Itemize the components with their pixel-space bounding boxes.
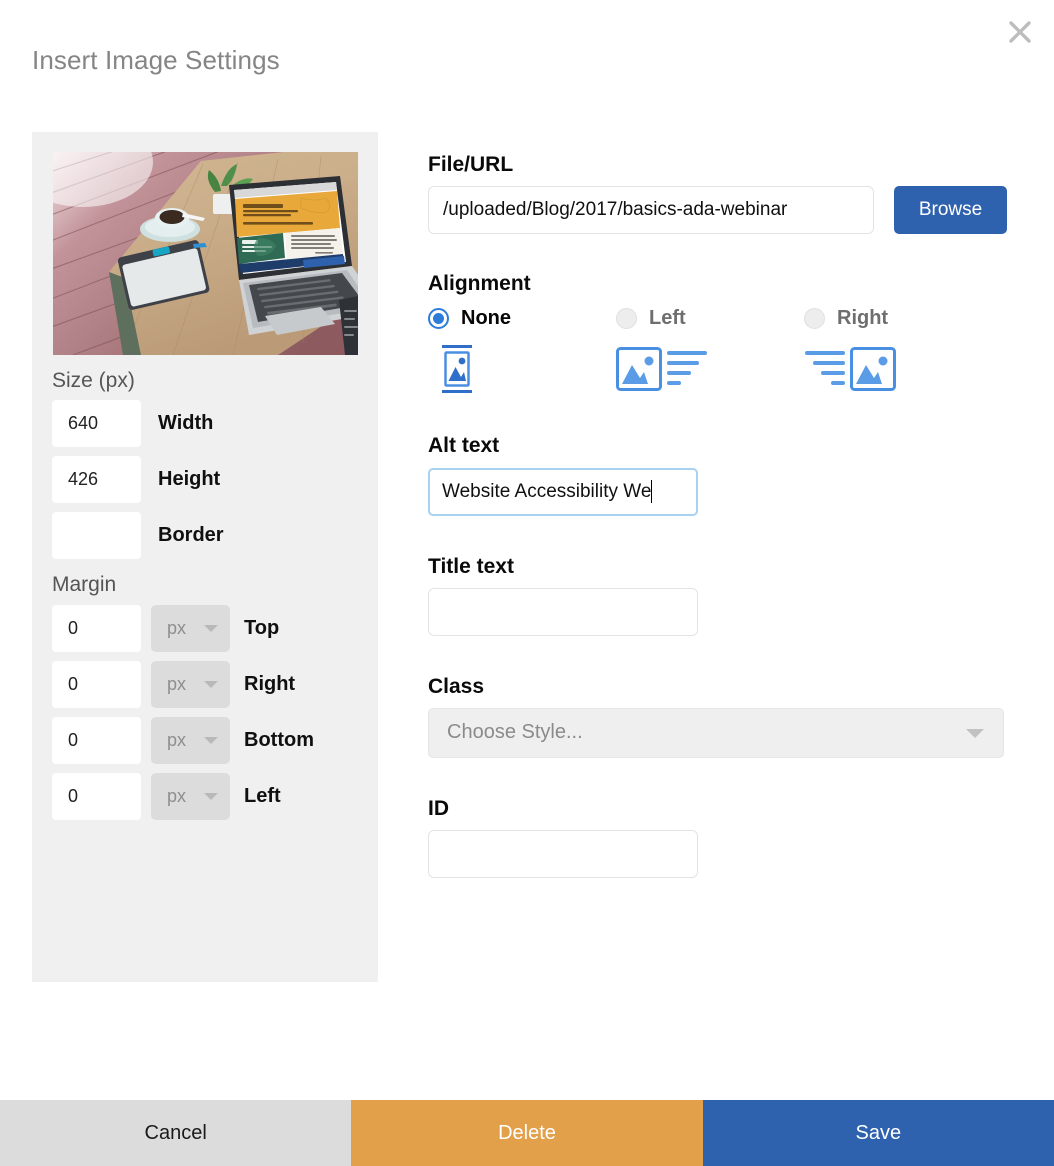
cancel-button[interactable]: Cancel [0, 1100, 351, 1166]
alignment-option-none[interactable]: None [428, 305, 616, 395]
close-icon [1007, 19, 1033, 45]
margin-top-label: Top [244, 617, 279, 640]
image-align-left-icon[interactable] [616, 343, 804, 395]
alignment-label-none: None [461, 307, 511, 330]
size-heading: Size (px) [52, 367, 358, 394]
chevron-down-icon [966, 729, 984, 738]
id-input[interactable] [428, 830, 698, 878]
class-select-value: Choose Style... [429, 721, 583, 744]
image-settings-left-panel: Size (px) Width Height Border Margin px … [32, 132, 378, 982]
width-label: Width [158, 412, 213, 435]
class-label: Class [428, 674, 1008, 699]
alignment-label: Alignment [428, 271, 1008, 296]
save-button[interactable]: Save [703, 1100, 1054, 1166]
margin-right-row: px Right [52, 661, 358, 708]
delete-button[interactable]: Delete [351, 1100, 702, 1166]
dialog-footer: Cancel Delete Save [0, 1100, 1054, 1166]
margin-right-input[interactable] [52, 661, 141, 708]
margin-left-input[interactable] [52, 773, 141, 820]
chevron-down-icon [204, 681, 218, 688]
alignment-radio-none-row[interactable]: None [428, 305, 616, 331]
width-input[interactable] [52, 400, 141, 447]
id-label: ID [428, 796, 1008, 821]
margin-bottom-unit-select[interactable]: px [151, 717, 230, 764]
title-text-label: Title text [428, 554, 1008, 579]
file-url-row: Browse [428, 186, 1008, 234]
image-align-right-icon[interactable] [804, 343, 992, 395]
margin-left-unit-value: px [151, 786, 186, 807]
file-url-label: File/URL [428, 152, 1008, 177]
border-label: Border [158, 524, 224, 547]
chevron-down-icon [204, 737, 218, 744]
border-field-row: Border [52, 512, 358, 559]
title-text-input[interactable] [428, 588, 698, 636]
alignment-options: None Left [428, 305, 1008, 395]
height-field-row: Height [52, 456, 358, 503]
margin-left-label: Left [244, 785, 281, 808]
dialog-body: Size (px) Width Height Border Margin px … [0, 100, 1054, 1085]
image-align-none-icon[interactable] [428, 343, 616, 395]
margin-right-label: Right [244, 673, 295, 696]
alignment-radio-none[interactable] [428, 308, 449, 329]
page-title: Insert Image Settings [32, 45, 280, 76]
margin-top-unit-value: px [151, 618, 186, 639]
chevron-down-icon [204, 625, 218, 632]
height-input[interactable] [52, 456, 141, 503]
margin-bottom-row: px Bottom [52, 717, 358, 764]
text-caret [651, 480, 652, 503]
margin-top-input[interactable] [52, 605, 141, 652]
margin-right-unit-value: px [151, 674, 186, 695]
class-select[interactable]: Choose Style... [428, 708, 1004, 758]
alignment-radio-right[interactable] [804, 308, 825, 329]
alignment-label-right: Right [837, 307, 888, 330]
browse-button[interactable]: Browse [894, 186, 1007, 234]
alignment-radio-left[interactable] [616, 308, 637, 329]
border-input[interactable] [52, 512, 141, 559]
alt-text-input[interactable]: Website Accessibility We [428, 468, 698, 516]
file-url-input[interactable] [428, 186, 874, 234]
margin-right-unit-select[interactable]: px [151, 661, 230, 708]
alt-text-label: Alt text [428, 433, 1008, 458]
image-settings-right-panel: File/URL Browse Alignment None [428, 152, 1008, 878]
alignment-label-left: Left [649, 307, 686, 330]
margin-bottom-label: Bottom [244, 729, 314, 752]
alt-text-value: Website Accessibility We [442, 481, 651, 503]
width-field-row: Width [52, 400, 358, 447]
margin-bottom-input[interactable] [52, 717, 141, 764]
alignment-radio-left-row[interactable]: Left [616, 305, 804, 331]
close-button[interactable] [998, 10, 1042, 54]
image-preview [53, 152, 358, 355]
height-label: Height [158, 468, 220, 491]
margin-heading: Margin [52, 571, 358, 598]
chevron-down-icon [204, 793, 218, 800]
margin-left-row: px Left [52, 773, 358, 820]
margin-top-row: px Top [52, 605, 358, 652]
margin-left-unit-select[interactable]: px [151, 773, 230, 820]
alignment-option-left[interactable]: Left [616, 305, 804, 395]
alignment-option-right[interactable]: Right [804, 305, 992, 395]
alignment-radio-right-row[interactable]: Right [804, 305, 992, 331]
margin-bottom-unit-value: px [151, 730, 186, 751]
margin-top-unit-select[interactable]: px [151, 605, 230, 652]
